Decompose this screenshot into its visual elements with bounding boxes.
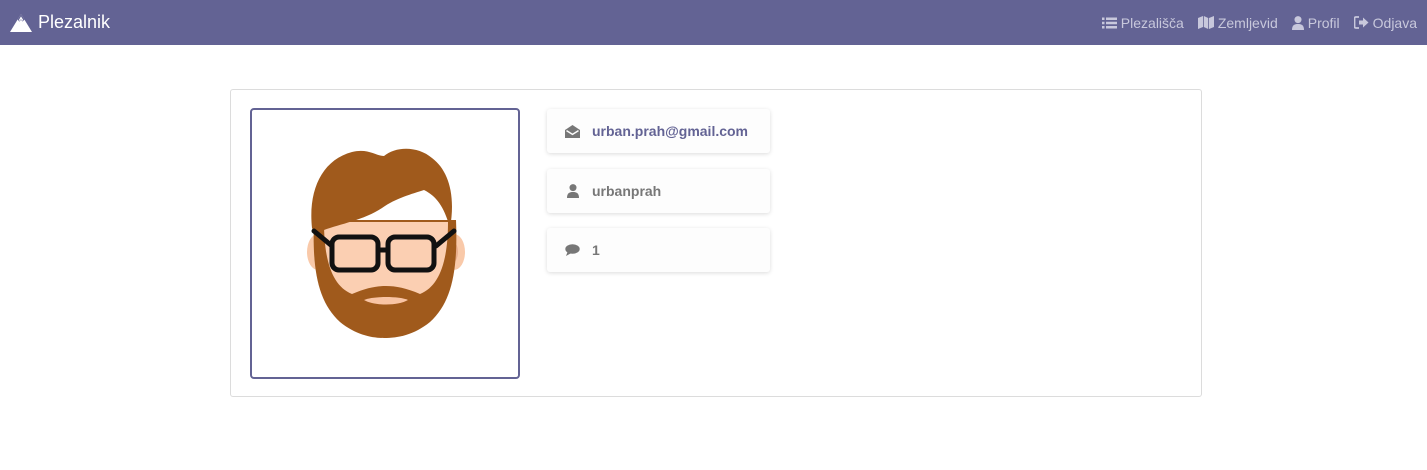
map-icon [1197, 16, 1214, 29]
nav-link-label: Profil [1307, 14, 1340, 31]
top-navbar: Plezalnik Plezališča Zemljevid Profil Od… [0, 0, 1427, 45]
comment-icon [565, 244, 580, 256]
nav-links: Plezališča Zemljevid Profil Odjava [1101, 14, 1417, 31]
envelope-open-icon [565, 124, 580, 138]
nav-link-zemljevid[interactable]: Zemljevid [1197, 14, 1278, 31]
nav-link-plezalisca[interactable]: Plezališča [1101, 14, 1184, 31]
user-icon [565, 184, 580, 198]
comments-box: 1 [547, 228, 770, 272]
user-icon [1291, 15, 1304, 30]
nav-link-label: Zemljevid [1217, 14, 1278, 31]
email-link[interactable]: urban.prah@gmail.com [592, 123, 748, 139]
brand-name: Plezalnik [38, 12, 111, 32]
nav-link-odjava[interactable]: Odjava [1353, 14, 1417, 31]
nav-link-label: Odjava [1372, 14, 1417, 31]
profile-card: urban.prah@gmail.com urbanprah 1 [230, 89, 1202, 397]
list-icon [1101, 17, 1117, 29]
nav-link-label: Plezališča [1120, 14, 1184, 31]
brand-link[interactable]: Plezalnik [9, 12, 110, 33]
sign-out-icon [1353, 16, 1369, 29]
bearded-man-avatar-icon [307, 148, 465, 338]
mountain-logo-icon [9, 13, 33, 33]
profile-avatar [250, 108, 520, 379]
comment-count: 1 [592, 242, 600, 258]
username-value: urbanprah [592, 183, 662, 199]
email-box: urban.prah@gmail.com [547, 109, 770, 153]
nav-link-profil[interactable]: Profil [1291, 14, 1340, 31]
username-box: urbanprah [547, 169, 770, 213]
